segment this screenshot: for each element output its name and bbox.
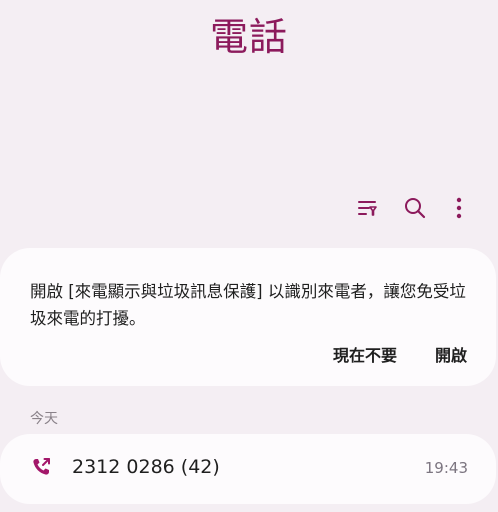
more-vert-icon[interactable] bbox=[445, 194, 473, 222]
section-header-today: 今天 bbox=[30, 411, 58, 427]
page-title: 電話 bbox=[209, 15, 288, 59]
toolbar bbox=[350, 194, 480, 224]
call-time: 19:43 bbox=[424, 459, 468, 477]
outgoing-call-icon bbox=[30, 456, 52, 478]
banner-message: 開啟 [來電顯示與垃圾訊息保護] 以識別來電者，讓您免受垃圾來電的打擾。 bbox=[30, 282, 466, 328]
search-icon[interactable] bbox=[401, 194, 429, 222]
not-now-button[interactable]: 現在不要 bbox=[333, 342, 397, 366]
enable-button[interactable]: 開啟 bbox=[435, 342, 467, 366]
call-number: 2312 0286 (42) bbox=[72, 456, 220, 478]
call-log-item[interactable]: 2312 0286 (42) 19:43 bbox=[0, 434, 496, 504]
spam-protection-banner: 開啟 [來電顯示與垃圾訊息保護] 以識別來電者，讓您免受垃圾來電的打擾。 現在不… bbox=[0, 248, 496, 386]
filter-icon[interactable] bbox=[353, 194, 381, 222]
